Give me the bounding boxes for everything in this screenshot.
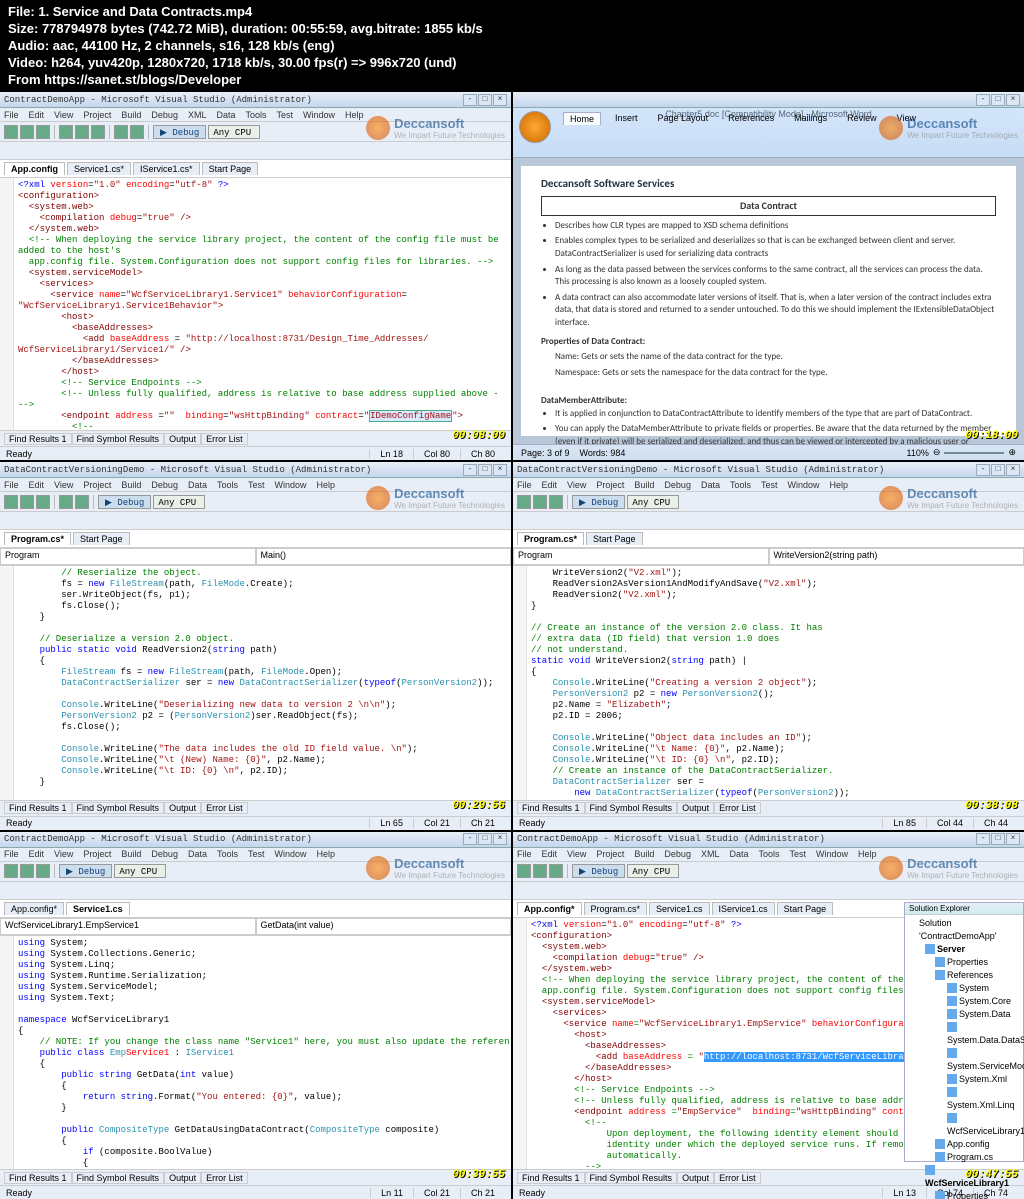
tree-node[interactable]: Solution 'ContractDemoApp' xyxy=(907,917,1021,943)
new-icon[interactable] xyxy=(4,125,18,139)
close-icon[interactable]: × xyxy=(1006,94,1020,106)
maximize-icon[interactable]: □ xyxy=(991,94,1005,106)
vs-pane-program1: DataContractVersioningDemo - Microsoft V… xyxy=(0,462,511,830)
page-title: Deccansoft Software Services xyxy=(541,176,996,191)
csharp-editor[interactable]: WriteVersion2("V2.xml"); ReadVersion2AsV… xyxy=(513,566,1024,800)
class-dropdown[interactable]: Program xyxy=(0,548,256,565)
file-info-header: File: 1. Service and Data Contracts.mp4 … xyxy=(0,0,1024,92)
minimize-icon[interactable]: - xyxy=(463,94,477,106)
minimize-icon[interactable]: - xyxy=(976,94,990,106)
xml-editor[interactable]: <?xml version="1.0" encoding="utf-8" ?> … xyxy=(0,178,511,430)
word-document-area[interactable]: Deccansoft Software Services Data Contra… xyxy=(513,158,1024,444)
vs-pane-appconfig: ContractDemoApp - Microsoft Visual Studi… xyxy=(0,92,511,460)
csharp-editor[interactable]: // Reserialize the object. fs = new File… xyxy=(0,566,511,800)
document-tabs[interactable]: Program.cs*Start Page xyxy=(0,530,511,548)
close-icon[interactable]: × xyxy=(493,94,507,106)
vs-pane-service1: ContractDemoApp - Microsoft Visual Studi… xyxy=(0,832,511,1199)
section-title: Data Contract xyxy=(541,196,996,216)
open-icon[interactable] xyxy=(20,125,34,139)
bullet-list: Describes how CLR types are mapped to XS… xyxy=(555,220,996,330)
office-button[interactable] xyxy=(519,111,551,143)
vs-pane-program2: DataContractVersioningDemo - Microsoft V… xyxy=(513,462,1024,830)
redo-icon[interactable] xyxy=(130,125,144,139)
logo-icon xyxy=(366,116,390,140)
tab-appconfig[interactable]: App.config xyxy=(4,162,65,175)
vs-pane-appconfig2: ContractDemoApp - Microsoft Visual Studi… xyxy=(513,832,1024,1199)
maximize-icon[interactable]: □ xyxy=(478,94,492,106)
document-tabs[interactable]: App.configService1.cs*IService1.cs*Start… xyxy=(0,160,511,178)
watermark: DeccansoftWe Impart Future Technologies xyxy=(366,116,505,140)
solution-explorer[interactable]: Solution Explorer Solution 'ContractDemo… xyxy=(904,902,1024,1162)
window-titlebar[interactable]: -□× xyxy=(513,92,1024,108)
cut-icon[interactable] xyxy=(59,125,73,139)
undo-icon[interactable] xyxy=(114,125,128,139)
paste-icon[interactable] xyxy=(91,125,105,139)
timestamp: 00:18:00 xyxy=(965,430,1018,442)
word-status-bar: Page: 3 of 9Words: 984110%⊖⊕ xyxy=(513,444,1024,460)
timestamp: 00:08:00 xyxy=(452,430,505,442)
run-button[interactable]: ▶ Debug xyxy=(153,125,206,139)
platform-dropdown[interactable]: Any CPU xyxy=(208,125,260,139)
watermark: DeccansoftWe Impart Future Technologies xyxy=(879,116,1018,140)
copy-icon[interactable] xyxy=(75,125,89,139)
window-titlebar[interactable]: ContractDemoApp - Microsoft Visual Studi… xyxy=(0,92,511,108)
csharp-editor[interactable]: using System; using System.Collections.G… xyxy=(0,936,511,1170)
save-icon[interactable] xyxy=(36,125,50,139)
bullet-list: It is applied in conjunction to DataCont… xyxy=(555,408,996,445)
toolbar-secondary[interactable] xyxy=(0,142,511,160)
method-dropdown[interactable]: Main() xyxy=(256,548,512,565)
window-titlebar[interactable]: DataContractVersioningDemo - Microsoft V… xyxy=(0,462,511,478)
word-page[interactable]: Deccansoft Software Services Data Contra… xyxy=(521,166,1016,436)
word-pane: -□× Chapter5.doc [Compatibility Mode] - … xyxy=(513,92,1024,460)
bottom-tabs[interactable]: Find Results 1Find Symbol ResultsOutputE… xyxy=(0,430,511,446)
status-bar: ReadyLn 18Col 80Ch 80 xyxy=(0,446,511,460)
logo-icon xyxy=(879,116,903,140)
